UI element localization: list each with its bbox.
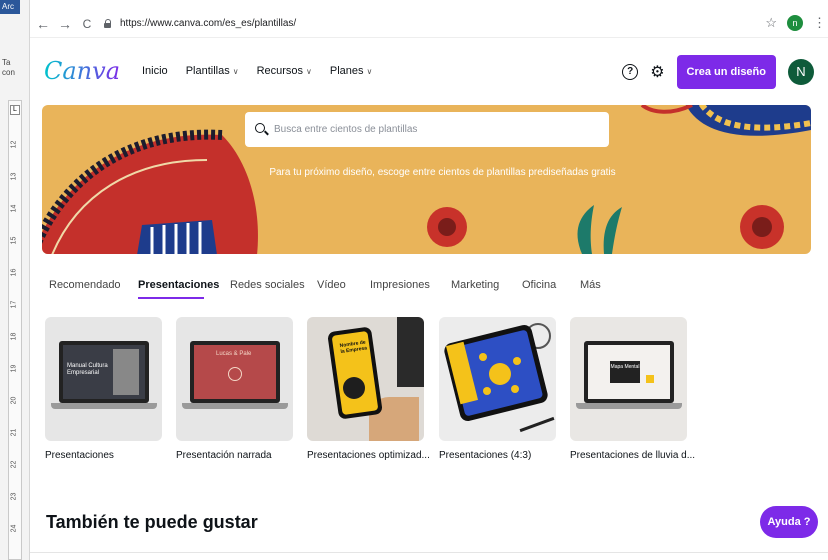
word-side-strip: Arc Ta con L 12 13 14 15 16 17 18 19 20 21 22 23 24 (0, 0, 30, 560)
hero-banner: Busca entre cientos de plantillas Para t… (42, 105, 811, 254)
tab-impresiones[interactable]: Impresiones (370, 279, 430, 291)
back-icon[interactable]: ← (34, 15, 52, 33)
reload-icon[interactable]: C (78, 15, 96, 33)
tab-mas[interactable]: Más (580, 279, 601, 291)
address-bar[interactable]: https://www.canva.com/es_es/plantillas/ (104, 18, 296, 29)
help-icon[interactable]: ? (622, 64, 639, 80)
ruler-number: 13 (10, 172, 18, 181)
word-text-fragment: con (2, 68, 15, 77)
ruler-number: 18 (10, 332, 18, 341)
star-icon[interactable]: ☆ (765, 15, 777, 31)
section-title: También te puede gustar (46, 512, 258, 532)
extension-icon[interactable]: n (787, 15, 803, 31)
template-card[interactable]: Nombre de la Empresa (307, 317, 424, 441)
card-thumbnail[interactable]: Manual Cultura Empresarial (45, 317, 162, 441)
ruler-number: 20 (10, 396, 18, 405)
tab-redes-sociales[interactable]: Redes sociales (230, 279, 305, 291)
thumb-text: Lucas & Pale (216, 351, 252, 357)
card-label[interactable]: Presentaciones (4:3) (439, 450, 531, 461)
menu-item-plantillas[interactable]: Plantillas ∨ (186, 65, 239, 77)
canva-header: Canva Inicio Plantillas ∨ Recursos ∨ Plane… (30, 38, 828, 104)
template-card[interactable]: Manual Cultura Empresarial (45, 317, 162, 441)
tab-presentaciones[interactable]: Presentaciones (138, 279, 219, 291)
ruler-number: 17 (10, 300, 18, 309)
forward-icon[interactable]: → (56, 15, 74, 33)
tab-video[interactable]: Vídeo (317, 279, 346, 291)
menu-item-recursos[interactable]: Recursos ∨ (257, 65, 312, 77)
tab-oficina[interactable]: Oficina (522, 279, 556, 291)
hero-subtitle: Para tu próximo diseño, escoge entre cie… (269, 167, 616, 178)
browser-menu-icon[interactable]: ⋮ (813, 15, 826, 31)
template-search-input[interactable]: Busca entre cientos de plantillas (245, 112, 609, 147)
ruler-number: 23 (10, 492, 18, 501)
avatar[interactable]: N (788, 59, 814, 85)
ruler-number: 19 (10, 364, 18, 373)
menu-item-inicio[interactable]: Inicio (142, 65, 168, 77)
active-tab-indicator (138, 297, 204, 299)
tab-marketing[interactable]: Marketing (451, 279, 499, 291)
search-placeholder: Busca entre cientos de plantillas (274, 124, 418, 135)
gear-icon[interactable]: ⚙ (650, 62, 664, 82)
chevron-down-icon: ∨ (306, 67, 312, 76)
ruler-number: 12 (10, 140, 18, 149)
ruler-number: 16 (10, 268, 18, 277)
menu-item-planes[interactable]: Planes ∨ (330, 65, 373, 77)
canva-logo[interactable]: Canva (44, 57, 120, 85)
word-tab[interactable]: Arc (0, 0, 20, 14)
word-text-fragment: Ta (2, 58, 11, 67)
url-text: https://www.canva.com/es_es/plantillas/ (120, 18, 297, 29)
card-label[interactable]: Presentación narrada (176, 450, 272, 461)
ruler-corner-box[interactable]: L (10, 105, 20, 115)
create-design-button[interactable]: Crea un diseño (676, 55, 776, 89)
card-thumbnail[interactable]: Nombre de la Empresa (307, 317, 424, 441)
divider (30, 552, 828, 553)
chevron-down-icon: ∨ (232, 67, 239, 76)
thumb-text: Mapa Mental (610, 361, 640, 383)
template-card[interactable]: Lucas & Pale (176, 317, 293, 441)
ruler-number: 15 (10, 236, 18, 245)
browser-toolbar: ← → C https://www.canva.com/es_es/planti… (30, 10, 828, 38)
search-icon (255, 123, 268, 136)
thumb-text: Manual Cultura Empresarial (67, 363, 108, 376)
ruler-number: 22 (10, 460, 18, 469)
card-thumbnail[interactable]: Lucas & Pale (176, 317, 293, 441)
ruler-number: 14 (10, 204, 18, 213)
ruler-number: 21 (10, 428, 18, 437)
help-button[interactable]: Ayuda ? (760, 506, 818, 538)
card-label[interactable]: Presentaciones optimizad... (307, 450, 430, 461)
lock-icon (104, 19, 112, 28)
chevron-down-icon: ∨ (366, 67, 373, 76)
template-card[interactable]: Mapa Mental (570, 317, 687, 441)
template-card[interactable] (439, 317, 556, 441)
vertical-ruler: L 12 13 14 15 16 17 18 19 20 21 22 23 24 (8, 100, 22, 560)
tab-recomendado[interactable]: Recomendado (49, 279, 121, 291)
card-label[interactable]: Presentaciones (45, 450, 114, 461)
card-thumbnail[interactable] (439, 317, 556, 441)
main-menu: Inicio Plantillas ∨ Recursos ∨ Planes ∨ (142, 65, 372, 77)
card-thumbnail[interactable]: Mapa Mental (570, 317, 687, 441)
ruler-number: 24 (10, 524, 18, 533)
card-label[interactable]: Presentaciones de lluvia d... (570, 450, 695, 461)
